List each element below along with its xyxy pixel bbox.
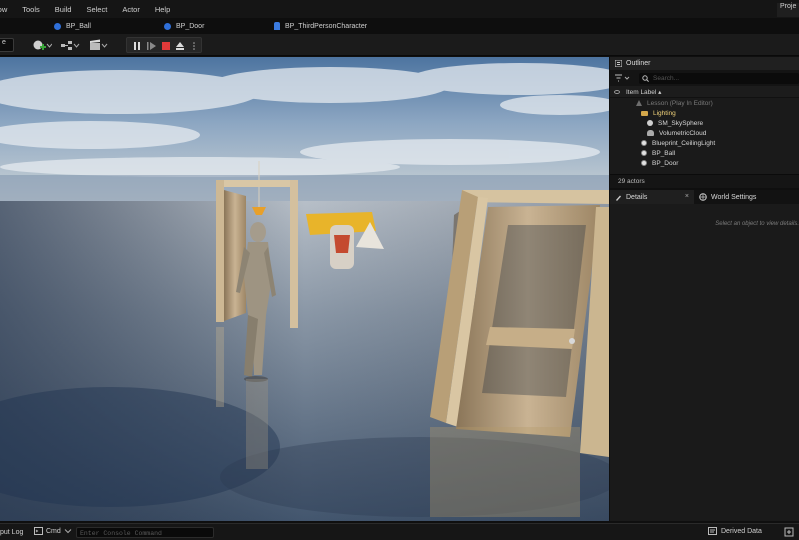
details-tabs: Details × World Settings <box>610 190 799 204</box>
tree-row-label: Lesson (Play In Editor) <box>647 99 713 107</box>
tab-label: BP_ThirdPersonCharacter <box>285 22 368 30</box>
tree-row-bp-door[interactable]: BP_Door <box>610 158 799 168</box>
search-icon <box>642 74 649 82</box>
filter-button[interactable] <box>615 73 635 84</box>
tab-details[interactable]: Details × <box>610 190 694 204</box>
eject-icon[interactable] <box>176 42 184 50</box>
viewport-scene[interactable] <box>0 57 609 521</box>
tree-row-label: SM_SkySphere <box>658 119 704 127</box>
tree-row-label: BP_Ball <box>652 149 676 157</box>
globe-icon <box>699 193 707 201</box>
pencil-icon <box>616 195 621 201</box>
folder-icon <box>641 110 648 116</box>
blueprint-menu-button[interactable] <box>60 38 80 52</box>
details-panel: Details × World Settings Select an objec… <box>610 190 799 521</box>
sphere-icon <box>647 120 653 126</box>
menu-tools[interactable]: Tools <box>14 5 47 14</box>
menu-help[interactable]: Help <box>147 5 177 14</box>
menu-bar: low Tools Build Select Actor Help Proje <box>0 0 799 18</box>
project-button[interactable]: Proje <box>777 3 799 17</box>
mode-dropdown[interactable]: e <box>0 38 14 52</box>
tree-row-label: Blueprint_CeilingLight <box>652 139 716 147</box>
level-icon <box>636 100 642 106</box>
add-actor-button[interactable] <box>32 38 52 52</box>
menu-actor[interactable]: Actor <box>114 5 147 14</box>
tree-row-lighting-folder[interactable]: Lighting <box>610 108 799 118</box>
tree-row-label: Lighting <box>653 109 676 117</box>
console-command-input[interactable] <box>77 529 213 538</box>
cmd-dropdown[interactable]: Cmd <box>34 527 72 535</box>
world-settings-tab-label: World Settings <box>711 193 757 201</box>
cloud-icon <box>647 130 654 136</box>
outliner-tab[interactable]: Outliner <box>610 57 799 70</box>
add-actor-icon <box>33 40 52 50</box>
details-empty-hint: Select an object to view details. <box>715 221 799 227</box>
blueprint-icon <box>164 22 171 30</box>
tree-row-label: VolumetricCloud <box>659 129 707 137</box>
derived-data-button[interactable]: Derived Data <box>708 527 762 535</box>
output-log-button[interactable]: put Log <box>0 529 23 536</box>
outliner-icon <box>615 60 622 67</box>
more-icon[interactable] <box>193 42 195 50</box>
blueprint-menu-icon <box>61 41 80 50</box>
tab-label: BP_Door <box>176 22 205 30</box>
main-toolbar: e <box>0 34 799 56</box>
column-header-item-label[interactable]: Item Label ▴ <box>610 86 799 98</box>
actors-count: 29 actors <box>610 174 799 188</box>
column-header-label: Item Label ▴ <box>626 88 662 96</box>
status-bar: put Log Cmd Derived Data <box>0 523 799 540</box>
tree-row-label: BP_Door <box>652 159 679 167</box>
cmd-label: Cmd <box>46 527 61 535</box>
tree-row-ceiling-light[interactable]: Blueprint_CeilingLight <box>610 138 799 148</box>
clapperboard-icon <box>90 39 108 50</box>
character-blueprint-icon <box>274 22 280 30</box>
blueprint-actor-icon <box>641 140 647 146</box>
derived-data-label: Derived Data <box>721 527 762 535</box>
play-controls <box>126 37 202 53</box>
pause-icon[interactable] <box>134 42 140 50</box>
cinematics-button[interactable] <box>89 38 109 52</box>
menu-select[interactable]: Select <box>78 5 114 14</box>
document-tab-strip: BP_Ball BP_Door BP_ThirdPersonCharacter <box>0 18 799 34</box>
outliner-search-input[interactable] <box>653 74 793 82</box>
menu-window[interactable]: low <box>0 5 14 14</box>
tree-row-skysphere[interactable]: SM_SkySphere <box>610 118 799 128</box>
blueprint-actor-icon <box>641 160 647 166</box>
close-icon[interactable]: × <box>685 193 689 200</box>
derived-data-icon <box>708 527 717 535</box>
blueprint-icon <box>54 22 61 30</box>
stop-icon[interactable] <box>162 42 170 50</box>
outliner-panel: Outliner Item Label ▴ Lesson (Play In Ed… <box>610 57 799 188</box>
tab-world-settings[interactable]: World Settings <box>694 190 756 204</box>
tree-row-bp-ball[interactable]: BP_Ball <box>610 148 799 158</box>
source-control-icon[interactable] <box>784 527 794 537</box>
tree-row-level[interactable]: Lesson (Play In Editor) <box>610 98 799 108</box>
tree-row-volumetric-cloud[interactable]: VolumetricCloud <box>610 128 799 138</box>
console-icon <box>34 527 43 535</box>
chevron-down-icon <box>64 529 72 534</box>
outliner-search-row <box>610 70 799 86</box>
level-viewport[interactable] <box>0 57 609 521</box>
outliner-tab-label: Outliner <box>626 60 651 67</box>
visibility-icon[interactable] <box>614 89 620 94</box>
tab-bp-third-person-character[interactable]: BP_ThirdPersonCharacter <box>274 18 367 34</box>
blueprint-actor-icon <box>641 150 647 156</box>
outliner-search-box[interactable] <box>639 72 799 84</box>
details-tab-label: Details <box>626 193 648 201</box>
menu-build[interactable]: Build <box>47 5 79 14</box>
tab-label: BP_Ball <box>66 22 91 30</box>
skip-frame-icon[interactable] <box>147 42 156 50</box>
console-command-field[interactable] <box>76 527 214 538</box>
tab-bp-ball[interactable]: BP_Ball <box>54 18 91 34</box>
tab-bp-door[interactable]: BP_Door <box>164 18 204 34</box>
filter-icon <box>615 74 630 82</box>
